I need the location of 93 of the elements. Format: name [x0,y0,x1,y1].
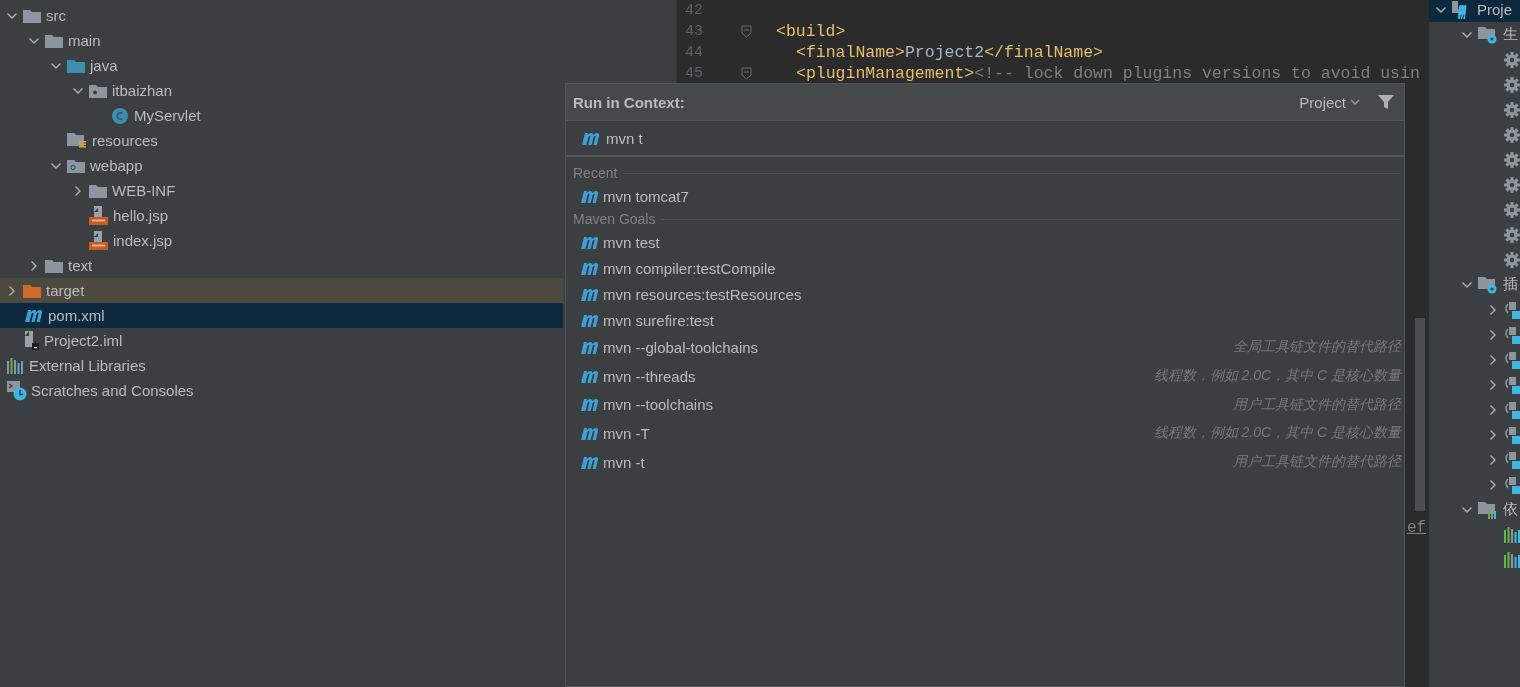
command-item[interactable]: mvn test [566,229,1404,255]
folder-icon [23,283,41,298]
letter-m-icon [579,234,599,250]
command-item[interactable]: mvn compiler:testCompile [566,255,1404,281]
tree-item[interactable]: 依 [1429,497,1520,522]
tree-item[interactable]: main [0,28,563,53]
chevron-down-icon [1350,98,1360,106]
tree-item[interactable]: text [0,253,563,278]
resources-folder-icon [67,132,87,149]
letter-m-icon [579,397,599,413]
letter-m-icon [579,454,599,470]
tree-item[interactable]: hello.jsp [0,203,563,228]
plugin-icon [1504,300,1520,319]
tree-item[interactable]: src [0,3,563,28]
tree-item[interactable]: java [0,53,563,78]
tree-item[interactable]: resources [0,128,563,153]
command-hint: 用户工具链文件的替代路径 [1233,453,1401,472]
tree-item[interactable]: Proje [1429,0,1520,22]
tree-item[interactable]: WEB-INF [0,178,563,203]
folder-icon [45,258,63,273]
line-number: 43 [684,23,703,40]
plugin-icon [1504,400,1520,419]
command-item[interactable]: mvn resources:testResources [566,281,1404,307]
libraries-icon [1504,551,1520,568]
tree-item[interactable]: itbaizhan [0,78,563,103]
command-hint: 线程数，例如 2.0C，其中 C 是核心数量 [1153,367,1401,386]
command-item[interactable]: mvn -T 线程数，例如 2.0C，其中 C 是核心数量 [566,419,1404,448]
tree-item[interactable]: webapp [0,153,563,178]
tree-item[interactable]: MyServlet [0,103,563,128]
fold-marker-icon[interactable] [740,25,752,38]
class-icon [111,106,129,125]
letter-m-icon [579,339,599,355]
code-line: <pluginManagement><!-- lock down plugins versions to avoid usin [795,64,1420,83]
plugin-icon [1504,350,1520,369]
command-item[interactable]: mvn --global-toolchains 全局工具链文件的替代路径 [566,333,1404,362]
scratches-icon [7,380,27,401]
command-hint: 全局工具链文件的替代路径 [1233,338,1401,357]
fold-marker-icon[interactable] [740,67,752,80]
command-hint: 线程数，例如 2.0C，其中 C 是核心数量 [1153,424,1401,443]
code-line: <build> [775,22,846,41]
libraries-folder-icon [1478,500,1498,519]
code-line: <finalName>Project2</finalName> [795,43,1103,62]
code-fragment: ef [1407,519,1427,537]
tree-item[interactable]: 生 [1429,22,1520,47]
plugin-icon [1504,375,1520,394]
web-folder-icon [67,158,85,173]
libraries-icon [7,357,25,374]
command-input-field[interactable]: mvn t [566,121,1404,157]
filter-icon[interactable] [1378,94,1394,110]
tree-item[interactable]: 插 [1429,272,1520,297]
plugin-icon [1504,475,1520,494]
line-number: 42 [684,2,703,19]
popup-title: Run in Context: [573,93,686,111]
jsp-file-icon [89,206,108,225]
letter-m-icon [23,308,43,323]
section-header: Maven Goals [573,211,656,227]
folder-icon [89,183,107,198]
command-hint: 用户工具链文件的替代路径 [1233,395,1401,414]
letter-m-icon [579,312,599,328]
tree-item[interactable]: target [0,278,563,303]
command-item[interactable]: mvn --threads 线程数，例如 2.0C，其中 C 是核心数量 [566,361,1404,391]
line-number: 44 [684,44,703,61]
plugin-icon [1504,425,1520,444]
section-header: Recent [573,165,618,181]
folder-icon [67,58,85,73]
tree-item[interactable]: index.jsp [0,228,563,253]
tree-item[interactable]: Scratches and Consoles [0,378,563,403]
plugin-icon [1504,450,1520,469]
command-item[interactable]: mvn surefire:test [566,307,1404,333]
command-item[interactable]: mvn -t 用户工具链文件的替代路径 [566,447,1404,477]
letter-m-icon [580,130,600,146]
letter-m-icon [579,425,599,441]
scrollbar[interactable] [1415,318,1425,511]
plugin-icon [1504,325,1520,344]
line-number: 45 [684,65,703,82]
tree-item[interactable]: Project2.iml [0,328,563,353]
jsp-file-icon [89,231,108,250]
module-file-icon [23,331,39,350]
command-item[interactable]: mvn --toolchains 用户工具链文件的替代路径 [566,390,1404,420]
gear-folder-icon [1478,25,1498,44]
tree-item[interactable]: pom.xml [0,303,563,328]
command-item[interactable]: mvn tomcat7 [566,183,1404,209]
libraries-icon [1504,526,1520,543]
letter-m-icon [579,188,599,204]
tree-item[interactable]: External Libraries [0,353,563,378]
folder-icon [45,33,63,48]
letter-m-icon [579,368,599,384]
folder-icon [23,8,41,23]
package-folder-icon [89,83,107,98]
gear-folder-icon [1478,275,1498,294]
letter-m-icon [579,260,599,276]
scope-dropdown[interactable]: Project [1299,93,1360,111]
letter-m-icon [579,286,599,302]
